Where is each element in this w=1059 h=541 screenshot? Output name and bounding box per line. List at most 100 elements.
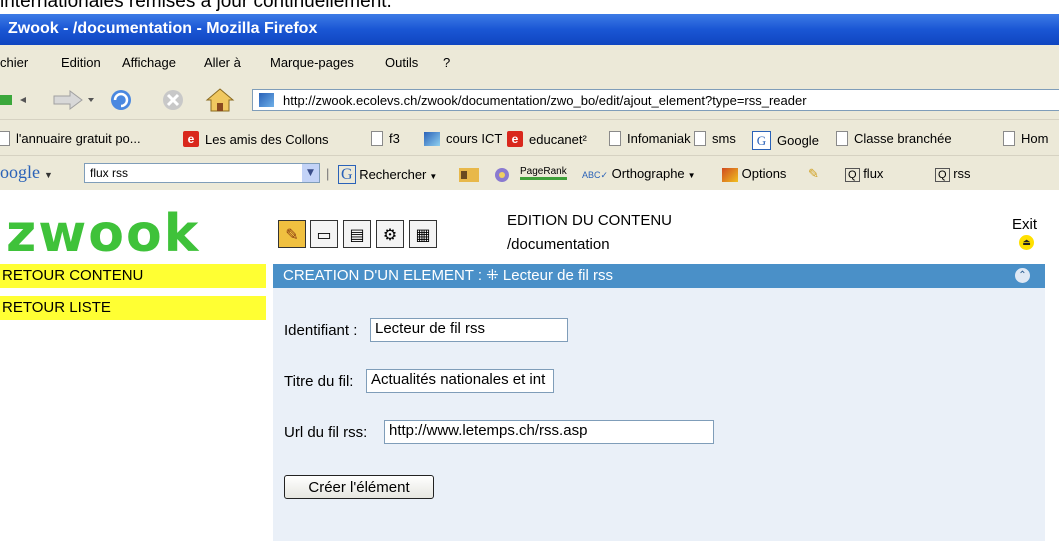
forward-button[interactable] bbox=[50, 89, 96, 111]
bookmark-amis-collons[interactable]: e Les amis des Collons bbox=[183, 131, 329, 147]
menu-marque-pages[interactable]: Marque-pages bbox=[270, 55, 354, 70]
menu-edition[interactable]: Edition bbox=[61, 55, 101, 70]
back-arrow-icon bbox=[0, 95, 26, 105]
toolbar-separator: | bbox=[326, 166, 330, 181]
bookmark-label: Classe branchée bbox=[854, 131, 952, 146]
bookmark-label: Google bbox=[777, 133, 819, 148]
e-icon: e bbox=[507, 131, 523, 147]
menu-bar: chier Edition Affichage Aller à Marque-p… bbox=[0, 45, 1059, 82]
settings-icon: ⚙ bbox=[382, 224, 398, 244]
bookmark-classe-branchee[interactable]: Classe branchée bbox=[836, 131, 952, 146]
zone-button[interactable]: ▦ bbox=[409, 220, 437, 248]
e-icon: e bbox=[183, 131, 199, 147]
popup-blocker-icon[interactable] bbox=[492, 166, 512, 187]
bookmark-home[interactable]: Hom bbox=[1003, 131, 1048, 146]
chevron-down-icon: ▼ bbox=[687, 171, 696, 180]
chevron-down-icon: ▼ bbox=[44, 170, 53, 180]
bookmark-label: f3 bbox=[389, 131, 400, 146]
titre-input[interactable]: Actualités nationales et int bbox=[366, 369, 554, 393]
google-brand-button[interactable]: oogle ▼ bbox=[0, 162, 53, 183]
window-title: Zwook - /documentation - Mozilla Firefox bbox=[8, 20, 318, 37]
google-search-button[interactable]: G Rechercher ▼ bbox=[338, 165, 438, 184]
home-button[interactable] bbox=[205, 88, 235, 112]
pagerank-indicator[interactable]: PageRank bbox=[520, 166, 567, 180]
menu-outils[interactable]: Outils bbox=[385, 55, 418, 70]
collapse-icon[interactable]: ⌃ bbox=[1015, 268, 1030, 283]
stop-button[interactable] bbox=[161, 89, 185, 111]
highlight-rss-button[interactable]: Q rss bbox=[935, 166, 971, 182]
doc-icon bbox=[609, 131, 621, 146]
bookmark-label: cours ICT bbox=[446, 131, 503, 146]
home-icon bbox=[205, 88, 235, 112]
doc-icon bbox=[836, 131, 848, 146]
create-element-button[interactable]: Créer l'élément bbox=[284, 475, 434, 499]
identifiant-label: Identifiant : bbox=[284, 322, 358, 339]
bookmark-label: Les amis des Collons bbox=[205, 131, 329, 147]
news-icon[interactable] bbox=[458, 166, 480, 187]
bookmark-f3[interactable]: f3 bbox=[371, 131, 400, 146]
google-brand-label: oogle bbox=[0, 162, 40, 182]
layout-icon: ▭ bbox=[316, 224, 332, 244]
layout-button[interactable]: ▭ bbox=[310, 220, 338, 248]
identifiant-input[interactable]: Lecteur de fil rss bbox=[370, 318, 568, 342]
bookmark-educanet[interactable]: e educanet² bbox=[507, 131, 587, 147]
highlight-flux-button[interactable]: Q flux bbox=[845, 166, 884, 182]
bookmark-infomaniak[interactable]: Infomaniak bbox=[609, 131, 691, 146]
eject-icon[interactable]: ⏏ bbox=[1019, 235, 1034, 250]
google-toolbar: oogle ▼ flux rss ▼ | G Rechercher ▼ PageRa… bbox=[0, 155, 1059, 191]
bookmark-google[interactable]: G Google bbox=[752, 131, 819, 150]
site-favicon-icon bbox=[259, 93, 274, 107]
page-content: zwook ✎ ▭ ▤ ⚙ ▦ EDITION DU CONTENU /docu… bbox=[0, 190, 1059, 541]
url-label: Url du fil rss: bbox=[284, 424, 368, 441]
exit-link[interactable]: Exit bbox=[1012, 216, 1037, 233]
window-titlebar: Zwook - /documentation - Mozilla Firefox bbox=[0, 14, 1059, 45]
bookmark-label: l'annuaire gratuit po... bbox=[16, 131, 141, 146]
document-button[interactable]: ▤ bbox=[343, 220, 371, 248]
bookmark-label: Hom bbox=[1021, 131, 1049, 146]
bookmark-label: Infomaniak bbox=[627, 131, 691, 146]
google-search-value: flux rss bbox=[90, 166, 129, 180]
search-dropdown-icon[interactable]: ▼ bbox=[302, 164, 319, 182]
doc-icon bbox=[371, 131, 383, 146]
google-search-input[interactable]: flux rss ▼ bbox=[84, 163, 320, 183]
options-icon bbox=[722, 167, 738, 182]
spellcheck-button[interactable]: ABC✓ Orthographe ▼ bbox=[582, 166, 696, 181]
chevron-down-icon: ▼ bbox=[429, 172, 438, 181]
menu-aller-a[interactable]: Aller à bbox=[204, 55, 241, 70]
edit-pencil-button[interactable]: ✎ bbox=[278, 220, 306, 248]
retour-contenu-button[interactable]: RETOUR CONTENU bbox=[0, 264, 266, 288]
document-icon: ▤ bbox=[349, 224, 365, 244]
highlighter-icon[interactable]: ✎ bbox=[808, 166, 819, 182]
back-button[interactable] bbox=[0, 89, 36, 111]
url-input[interactable]: http://www.letemps.ch/rss.asp bbox=[384, 420, 714, 444]
zone-icon: ▦ bbox=[415, 224, 431, 244]
settings-button[interactable]: ⚙ bbox=[376, 220, 404, 248]
menu-affichage[interactable]: Affichage bbox=[122, 55, 176, 70]
bookmark-label: sms bbox=[712, 131, 736, 146]
edit-title: EDITION DU CONTENU bbox=[507, 212, 672, 229]
pencil-icon: ✎ bbox=[285, 224, 299, 244]
highlight-flux-label: flux bbox=[863, 166, 884, 181]
options-button[interactable]: Options bbox=[722, 166, 786, 182]
highlight-rss-label: rss bbox=[953, 166, 971, 181]
top-cutoff-label: internationales remises à jour continuel… bbox=[0, 0, 392, 12]
search-icon: Q bbox=[935, 168, 950, 182]
reload-button[interactable] bbox=[106, 89, 136, 111]
doc-icon bbox=[0, 131, 10, 146]
options-label: Options bbox=[741, 166, 787, 181]
stop-icon bbox=[163, 90, 183, 110]
bookmark-sms[interactable]: sms bbox=[694, 131, 736, 146]
navigation-toolbar: http://zwook.ecolevs.ch/zwook/documentat… bbox=[0, 81, 1059, 119]
panel-title: CREATION D'UN ELEMENT : ⁜ Lecteur de fil… bbox=[283, 267, 613, 284]
bookmark-cours-ict[interactable]: cours ICT bbox=[424, 131, 502, 146]
menu-file[interactable]: chier bbox=[0, 55, 28, 70]
menu-help[interactable]: ? bbox=[443, 55, 450, 70]
retour-liste-button[interactable]: RETOUR LISTE bbox=[0, 296, 266, 320]
abc-check-icon: ABC✓ bbox=[582, 170, 609, 180]
doc-icon bbox=[694, 131, 706, 146]
reload-icon bbox=[111, 90, 131, 110]
bookmark-annuaire[interactable]: l'annuaire gratuit po... bbox=[0, 131, 141, 146]
url-text: http://zwook.ecolevs.ch/zwook/documentat… bbox=[283, 93, 807, 108]
top-cutoff-text: internationales remises à jour continuel… bbox=[0, 0, 1059, 14]
url-bar[interactable]: http://zwook.ecolevs.ch/zwook/documentat… bbox=[252, 89, 1059, 111]
